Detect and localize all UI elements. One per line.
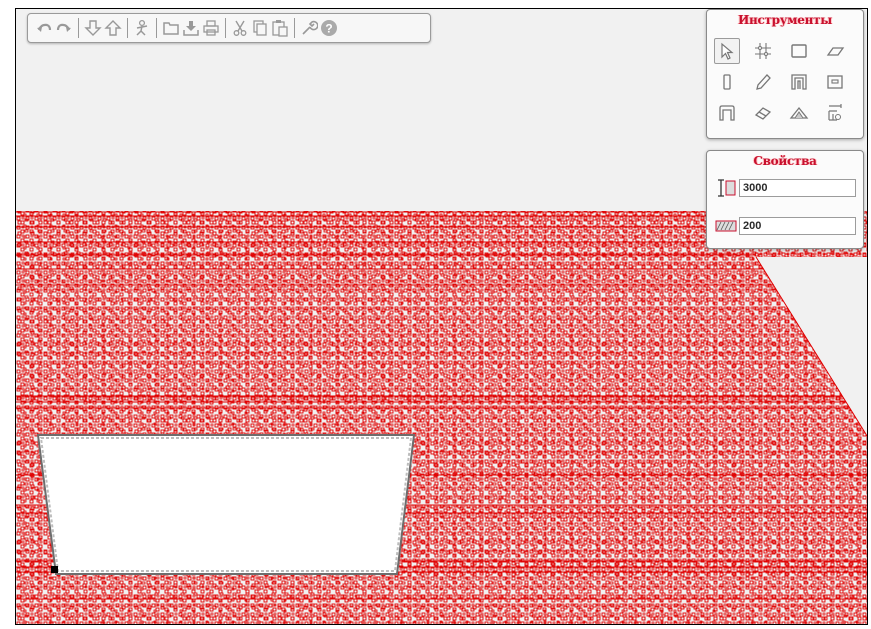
properties-panel-title: Свойства — [753, 154, 817, 168]
toolbar-separator — [78, 18, 79, 38]
undo-icon[interactable] — [34, 17, 54, 39]
arrow-down-icon[interactable] — [83, 17, 103, 39]
measure-icon[interactable] — [822, 100, 848, 126]
import-icon[interactable] — [181, 17, 201, 39]
wall-thickness-icon — [715, 217, 737, 235]
select-arrow-icon[interactable] — [714, 38, 740, 64]
print-icon[interactable] — [201, 17, 221, 39]
door-icon[interactable] — [786, 69, 812, 95]
window-opening[interactable] — [36, 434, 416, 575]
paste-icon[interactable] — [270, 17, 290, 39]
properties-panel: Свойства — [706, 150, 864, 249]
copy-icon[interactable] — [250, 17, 270, 39]
rectangle-icon[interactable] — [786, 38, 812, 64]
arrow-up-icon[interactable] — [103, 17, 123, 39]
toolbar-separator — [225, 18, 226, 38]
tools-panel: Инструменты — [706, 9, 864, 139]
column-icon[interactable] — [714, 69, 740, 95]
toolbar-separator — [127, 18, 128, 38]
grid-points-icon[interactable] — [750, 38, 776, 64]
viewport-3d[interactable]: ? Инструменты Свойства 3000 200 — [15, 8, 868, 625]
wall-height-input[interactable] — [739, 179, 856, 197]
slab-icon[interactable] — [822, 38, 848, 64]
roof-icon[interactable] — [786, 100, 812, 126]
height-row — [712, 177, 860, 199]
help-icon[interactable]: ? — [319, 17, 339, 39]
wrench-icon[interactable] — [299, 17, 319, 39]
main-toolbar: ? — [27, 13, 431, 43]
toolbar-separator — [156, 18, 157, 38]
folder-icon[interactable] — [161, 17, 181, 39]
tool-grid — [714, 38, 858, 131]
cut-icon[interactable] — [230, 17, 250, 39]
thickness-row — [712, 215, 860, 237]
window-corner-handle[interactable] — [51, 566, 58, 573]
wall-height-icon — [715, 179, 737, 197]
toolbar-separator — [294, 18, 295, 38]
svg-text:?: ? — [325, 22, 332, 36]
arch-icon[interactable] — [714, 100, 740, 126]
eraser-icon[interactable] — [750, 100, 776, 126]
redo-icon[interactable] — [54, 17, 74, 39]
wall-thickness-input[interactable] — [739, 217, 856, 235]
tools-panel-title: Инструменты — [738, 13, 832, 27]
window-icon[interactable] — [822, 69, 848, 95]
person-icon[interactable] — [132, 17, 152, 39]
pencil-icon[interactable] — [750, 69, 776, 95]
